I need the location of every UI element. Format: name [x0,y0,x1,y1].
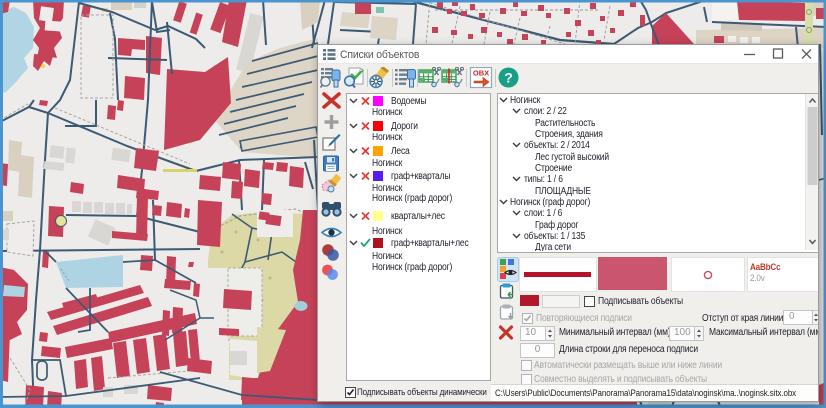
svg-text:OBX: OBX [473,69,489,78]
svg-text:?: ? [504,70,513,86]
